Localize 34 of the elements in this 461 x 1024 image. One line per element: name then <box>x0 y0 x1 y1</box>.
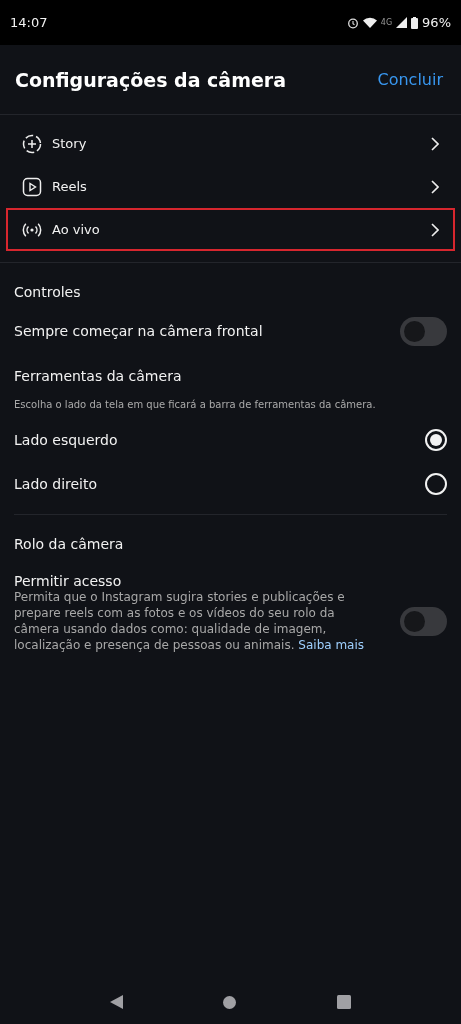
highlighted-list-item[interactable]: Ao vivo <box>6 208 455 251</box>
done-button[interactable]: Concluir <box>377 70 443 89</box>
recents-icon[interactable] <box>336 995 351 1009</box>
home-icon[interactable] <box>223 995 237 1009</box>
radio-button[interactable] <box>425 473 447 495</box>
clock-time: 14:07 <box>10 15 48 30</box>
list-item[interactable]: Reels <box>6 165 455 208</box>
play-icon <box>22 176 42 197</box>
learn-more-link[interactable]: Saiba mais <box>298 638 365 652</box>
chevron-right-icon <box>431 136 439 151</box>
section-heading: Rolo da câmera <box>14 535 125 554</box>
toggle-switch[interactable] <box>400 316 447 346</box>
setting-label: Permitir acesso <box>14 573 123 589</box>
option-label: Lado direito <box>14 476 98 492</box>
add-story-icon <box>22 133 42 154</box>
back-icon[interactable] <box>110 995 124 1009</box>
network-type: 4G <box>380 18 393 27</box>
signal-icon <box>396 17 408 28</box>
radio-button[interactable] <box>425 429 447 451</box>
toggle-switch[interactable] <box>400 606 447 636</box>
option-label: Lado esquerdo <box>14 432 118 448</box>
setting-description: Permita que o Instagram sugira stories e publicações e prepare reels com as fotos e os vídeos do seu rolo da câmera usando dados como: qualidade de imagem, localização e presença de pessoas ou animais. Saiba mais <box>14 589 366 653</box>
wifi-icon <box>362 17 377 28</box>
chevron-right-icon <box>431 222 439 237</box>
section-heading: Controles <box>14 283 82 302</box>
battery-icon <box>411 16 419 29</box>
chevron-right-icon <box>431 179 439 194</box>
section-heading: Ferramentas da câmera <box>14 367 183 386</box>
list-item[interactable]: Story <box>6 122 455 165</box>
section-description: Escolha o lado da tela em que ficará a barra de ferramentas da câmera. <box>14 398 377 412</box>
setting-label: Sempre começar na câmera frontal <box>14 323 263 339</box>
battery-percent: 96% <box>422 15 451 30</box>
page-title: Configurações da câmera <box>15 68 287 91</box>
alarm-icon <box>346 16 359 29</box>
